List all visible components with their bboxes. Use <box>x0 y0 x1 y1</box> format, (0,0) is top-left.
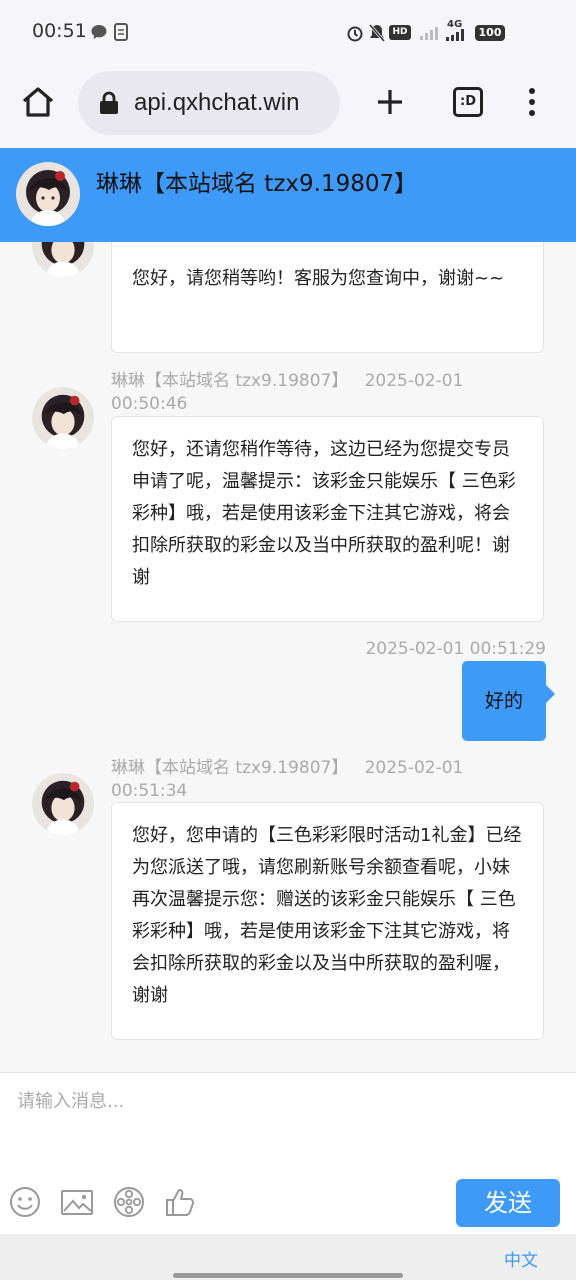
message-input[interactable] <box>0 1073 576 1173</box>
emoji-icon[interactable] <box>8 1185 42 1219</box>
language-switch[interactable]: 中文 <box>504 1246 538 1271</box>
chat-messages[interactable]: 您好，请您稍等哟！客服为您查询中，谢谢~~ 琳琳【本站域名 tzx9.19807… <box>0 242 576 1072</box>
battery-icon: 100 <box>475 25 505 41</box>
alarm-icon <box>347 26 363 42</box>
composer: 发送 <box>0 1072 576 1234</box>
sender-name: 琳琳【本站域名 tzx9.19807】 <box>111 758 349 778</box>
chat-title: 琳琳【本站域名 tzx9.19807】 <box>96 171 418 197</box>
address-bar[interactable]: api.qxhchat.win <box>78 71 340 135</box>
more-menu-icon[interactable] <box>520 86 544 118</box>
agent-avatar <box>32 773 94 835</box>
message-text: 好的 <box>484 690 523 712</box>
image-icon[interactable] <box>60 1185 94 1219</box>
chat-bubble-icon <box>91 25 107 39</box>
signal-icon <box>446 29 464 41</box>
message-text: 您好，您申请的【三色彩彩限时活动1礼金】已经为您派送了哦，请您刷新账号余额查看呢… <box>132 825 522 1006</box>
video-icon[interactable] <box>112 1185 146 1219</box>
user-message-bubble: 好的 <box>462 661 555 741</box>
url-text: api.qxhchat.win <box>134 89 300 116</box>
message-meta: 琳琳【本站域名 tzx9.19807】 2025-02-01 00:50:46 <box>111 370 511 416</box>
message-bubble: 您好，还请您稍作等待，这边已经为您提交专员申请了呢，温馨提示：该彩金只能娱乐【 … <box>111 416 544 622</box>
sender-name: 琳琳【本站域名 tzx9.19807】 <box>111 371 349 391</box>
new-tab-icon[interactable] <box>372 84 408 120</box>
status-time: 00:51 <box>32 20 87 42</box>
home-icon[interactable] <box>20 84 56 120</box>
message-text: 您好，请您稍等哟！客服为您查询中，谢谢~~ <box>132 268 505 289</box>
home-indicator[interactable] <box>173 1273 403 1278</box>
hd-icon: HD <box>389 25 411 40</box>
agent-avatar <box>32 387 94 449</box>
mute-icon <box>368 24 386 42</box>
agent-avatar <box>32 242 94 277</box>
tab-switcher-button[interactable]: :D <box>453 87 483 117</box>
lock-icon <box>100 91 118 114</box>
agent-avatar <box>16 162 80 226</box>
message-bubble: 您好，请您稍等哟！客服为您查询中，谢谢~~ <box>111 242 544 353</box>
composer-tools <box>8 1185 198 1219</box>
message-text: 您好，还请您稍作等待，这边已经为您提交专员申请了呢，温馨提示：该彩金只能娱乐【 … <box>132 439 516 588</box>
status-bar: 00:51 HD 4G 100 <box>0 0 576 66</box>
message-time: 2025-02-01 00:51:29 <box>365 639 546 659</box>
thumbs-up-icon[interactable] <box>164 1185 198 1219</box>
document-icon <box>114 23 128 41</box>
message-meta: 琳琳【本站域名 tzx9.19807】 2025-02-01 00:51:34 <box>111 757 511 803</box>
send-button[interactable]: 发送 <box>456 1179 560 1227</box>
message-bubble: 您好，您申请的【三色彩彩限时活动1礼金】已经为您派送了哦，请您刷新账号余额查看呢… <box>111 802 544 1040</box>
browser-toolbar: api.qxhchat.win :D <box>0 66 576 148</box>
signal-weak-icon <box>420 27 438 40</box>
chat-header: 琳琳【本站域名 tzx9.19807】 <box>0 148 576 242</box>
